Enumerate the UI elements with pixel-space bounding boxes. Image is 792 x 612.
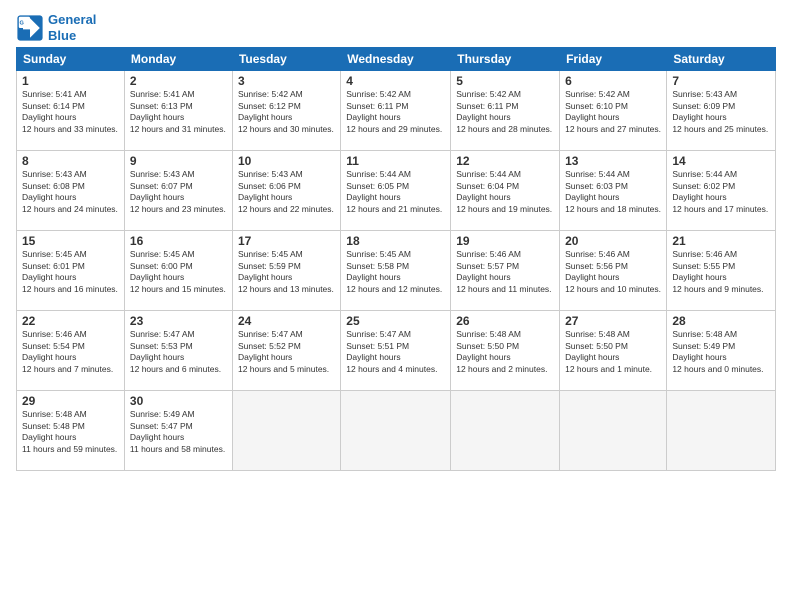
day-cell-27: 27Sunrise: 5:48 AMSunset: 5:50 PMDayligh… [560,311,667,391]
logo-text: General Blue [48,12,96,43]
day-cell-empty [451,391,560,471]
col-thursday: Thursday [451,48,560,71]
logo: G General Blue [16,12,96,43]
day-cell-29: 29Sunrise: 5:48 AMSunset: 5:48 PMDayligh… [17,391,125,471]
col-wednesday: Wednesday [341,48,451,71]
header-row: Sunday Monday Tuesday Wednesday Thursday… [17,48,776,71]
week-row-2: 8Sunrise: 5:43 AMSunset: 6:08 PMDaylight… [17,151,776,231]
col-tuesday: Tuesday [232,48,340,71]
svg-text:G: G [20,20,24,26]
week-row-4: 22Sunrise: 5:46 AMSunset: 5:54 PMDayligh… [17,311,776,391]
day-cell-20: 20Sunrise: 5:46 AMSunset: 5:56 PMDayligh… [560,231,667,311]
day-cell-28: 28Sunrise: 5:48 AMSunset: 5:49 PMDayligh… [667,311,776,391]
day-cell-16: 16Sunrise: 5:45 AMSunset: 6:00 PMDayligh… [124,231,232,311]
day-cell-25: 25Sunrise: 5:47 AMSunset: 5:51 PMDayligh… [341,311,451,391]
day-cell-22: 22Sunrise: 5:46 AMSunset: 5:54 PMDayligh… [17,311,125,391]
day-cell-30: 30Sunrise: 5:49 AMSunset: 5:47 PMDayligh… [124,391,232,471]
day-cell-9: 9Sunrise: 5:43 AMSunset: 6:07 PMDaylight… [124,151,232,231]
week-row-5: 29Sunrise: 5:48 AMSunset: 5:48 PMDayligh… [17,391,776,471]
day-cell-23: 23Sunrise: 5:47 AMSunset: 5:53 PMDayligh… [124,311,232,391]
page: G General Blue Sunday Monday Tuesday Wed… [0,0,792,612]
day-cell-18: 18Sunrise: 5:45 AMSunset: 5:58 PMDayligh… [341,231,451,311]
day-cell-21: 21Sunrise: 5:46 AMSunset: 5:55 PMDayligh… [667,231,776,311]
col-friday: Friday [560,48,667,71]
logo-line1: General [48,12,96,28]
day-cell-empty [232,391,340,471]
calendar-table: Sunday Monday Tuesday Wednesday Thursday… [16,47,776,471]
header: G General Blue [16,12,776,43]
day-cell-24: 24Sunrise: 5:47 AMSunset: 5:52 PMDayligh… [232,311,340,391]
col-monday: Monday [124,48,232,71]
week-row-3: 15Sunrise: 5:45 AMSunset: 6:01 PMDayligh… [17,231,776,311]
day-cell-2: 2Sunrise: 5:41 AMSunset: 6:13 PMDaylight… [124,71,232,151]
day-cell-6: 6Sunrise: 5:42 AMSunset: 6:10 PMDaylight… [560,71,667,151]
day-cell-15: 15Sunrise: 5:45 AMSunset: 6:01 PMDayligh… [17,231,125,311]
day-cell-8: 8Sunrise: 5:43 AMSunset: 6:08 PMDaylight… [17,151,125,231]
day-cell-3: 3Sunrise: 5:42 AMSunset: 6:12 PMDaylight… [232,71,340,151]
day-cell-7: 7Sunrise: 5:43 AMSunset: 6:09 PMDaylight… [667,71,776,151]
day-cell-12: 12Sunrise: 5:44 AMSunset: 6:04 PMDayligh… [451,151,560,231]
day-cell-5: 5Sunrise: 5:42 AMSunset: 6:11 PMDaylight… [451,71,560,151]
col-sunday: Sunday [17,48,125,71]
day-cell-1: 1Sunrise: 5:41 AMSunset: 6:14 PMDaylight… [17,71,125,151]
day-cell-empty [667,391,776,471]
week-row-1: 1Sunrise: 5:41 AMSunset: 6:14 PMDaylight… [17,71,776,151]
day-cell-14: 14Sunrise: 5:44 AMSunset: 6:02 PMDayligh… [667,151,776,231]
day-cell-empty [560,391,667,471]
day-cell-19: 19Sunrise: 5:46 AMSunset: 5:57 PMDayligh… [451,231,560,311]
day-cell-17: 17Sunrise: 5:45 AMSunset: 5:59 PMDayligh… [232,231,340,311]
day-cell-26: 26Sunrise: 5:48 AMSunset: 5:50 PMDayligh… [451,311,560,391]
day-cell-4: 4Sunrise: 5:42 AMSunset: 6:11 PMDaylight… [341,71,451,151]
logo-icon: G [16,14,44,42]
logo-line2: Blue [48,28,96,44]
col-saturday: Saturday [667,48,776,71]
day-cell-empty [341,391,451,471]
day-cell-10: 10Sunrise: 5:43 AMSunset: 6:06 PMDayligh… [232,151,340,231]
day-cell-13: 13Sunrise: 5:44 AMSunset: 6:03 PMDayligh… [560,151,667,231]
day-cell-11: 11Sunrise: 5:44 AMSunset: 6:05 PMDayligh… [341,151,451,231]
